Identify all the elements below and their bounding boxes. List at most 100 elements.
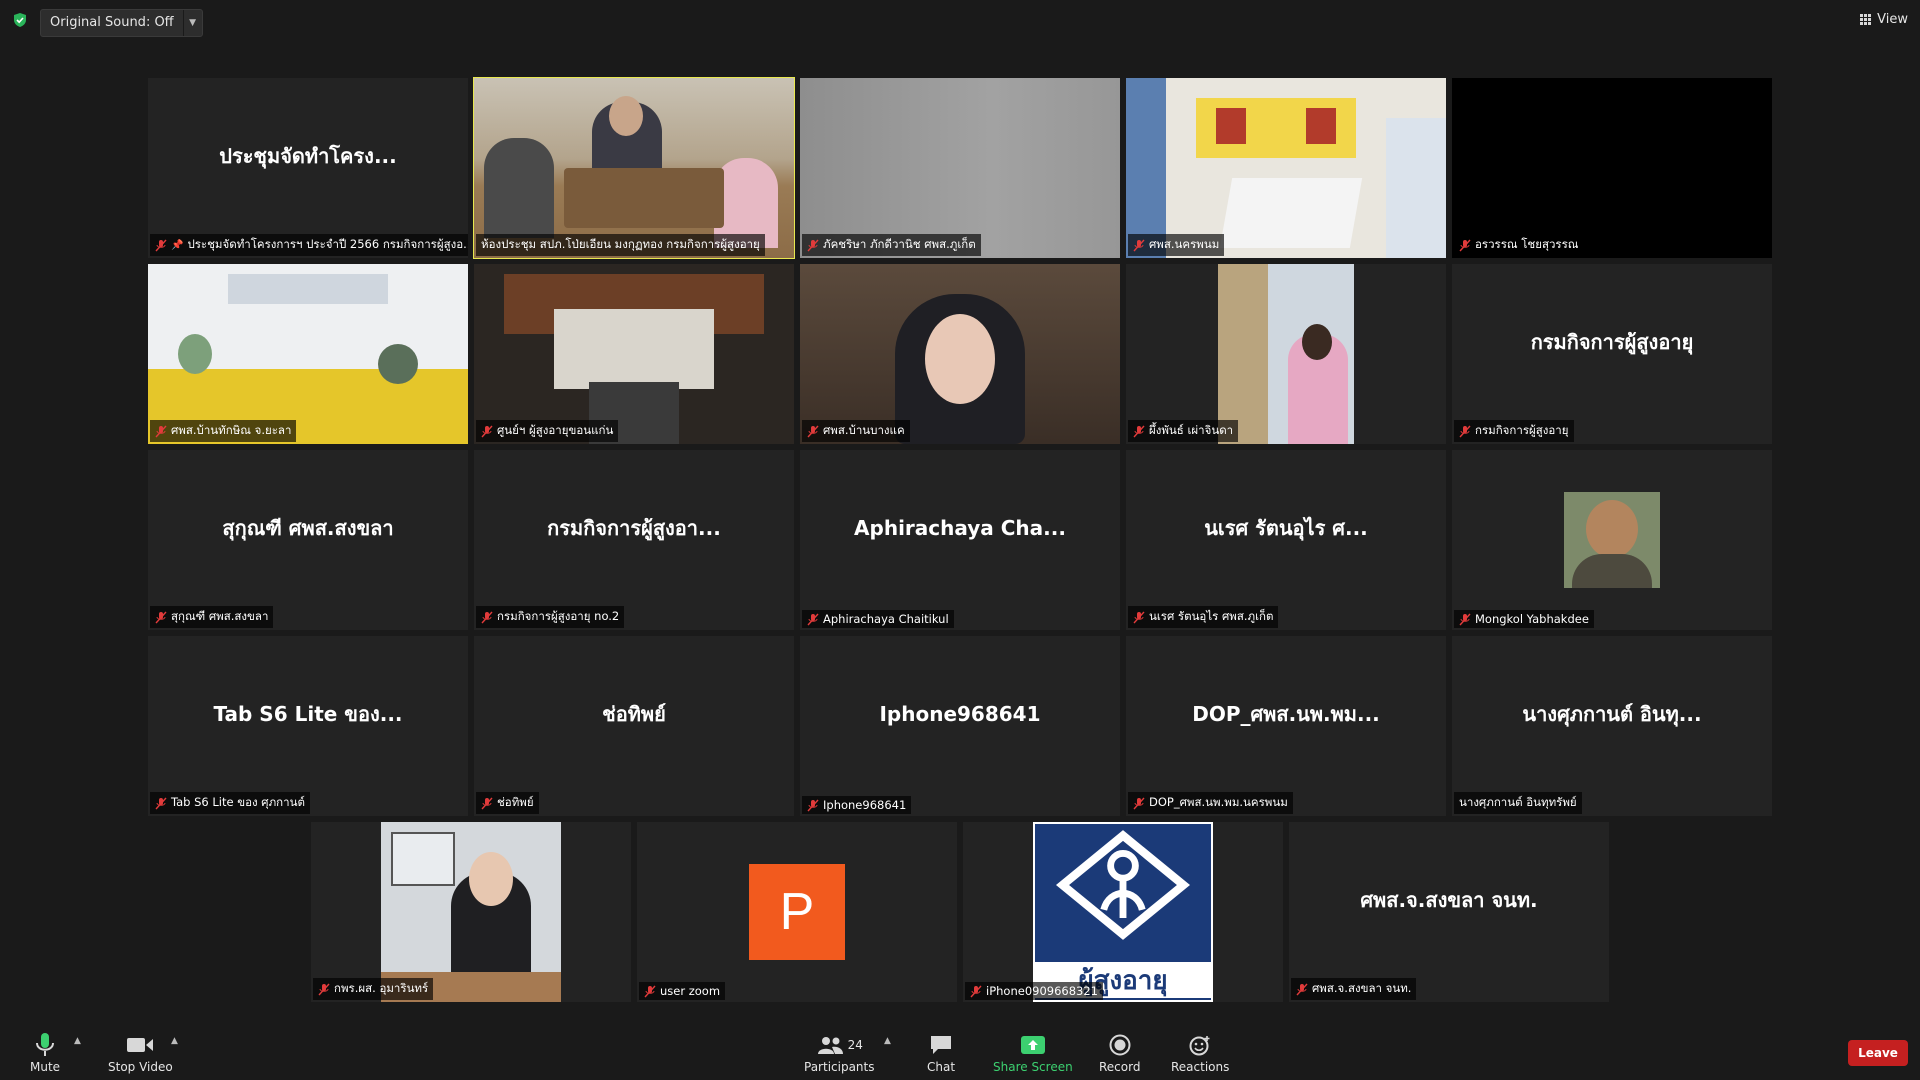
video-tile[interactable]: Mongkol Yabhakdee (1452, 450, 1772, 630)
participant-name: กพร.ผส. อุมารินทร์ (334, 981, 429, 995)
video-tile[interactable]: ช่อทิพย์ ช่อทิพย์ (474, 636, 794, 816)
participant-nameplate: ผึ้งพันธ์ เผ่าจินดา (1128, 420, 1239, 442)
participant-video (1218, 264, 1354, 444)
participant-display-name: Aphirachaya Cha... (854, 516, 1066, 540)
participant-nameplate: ช่อทิพย์ (476, 792, 539, 814)
participant-nameplate: ศพส.บ้านทักษิณ จ.ยะลา (150, 420, 297, 442)
participant-name: ประชุมจัดทำโครงการฯ ประจำปี 2566 กรมกิจก… (187, 237, 468, 251)
participant-name: Tab S6 Lite ของ ศุภกานต์ (171, 795, 305, 809)
mic-muted-icon (970, 985, 982, 997)
participants-options-caret-icon[interactable]: ▲ (884, 1036, 891, 1046)
mute-button[interactable]: Mute (30, 1030, 60, 1074)
participant-nameplate: สุกุณฑี ศพส.สงขลา (150, 606, 274, 628)
video-tile[interactable]: Iphone968641 Iphone968641 (800, 636, 1120, 816)
participant-nameplate: กรมกิจการผู้สูงอายุ no.2 (476, 606, 625, 628)
mic-muted-icon (481, 425, 493, 437)
participant-name: สุกุณฑี ศพส.สงขลา (171, 609, 269, 623)
participant-nameplate: กพร.ผส. อุมารินทร์ (313, 978, 434, 1000)
video-options-caret-icon[interactable]: ▲ (171, 1036, 178, 1046)
participant-video (474, 78, 794, 258)
participant-name: ภัคชริษา ภักดีวานิช ศพส.ภูเก็ต (823, 237, 976, 251)
video-tile[interactable]: ผึ้งพันธ์ เผ่าจินดา (1126, 264, 1446, 444)
meeting-toolbar: Mute ▲ Stop Video ▲ 24 Participants ▲ Ch… (0, 1010, 1920, 1080)
video-tile[interactable]: กรมกิจการผู้สูงอายุ กรมกิจการผู้สูงอายุ (1452, 264, 1772, 444)
chevron-down-icon[interactable]: ▼ (182, 10, 202, 36)
video-tile[interactable]: สุกุณฑี ศพส.สงขลา สุกุณฑี ศพส.สงขลา (148, 450, 468, 630)
participant-nameplate: 📌 ประชุมจัดทำโครงการฯ ประจำปี 2566 กรมกิ… (150, 234, 468, 256)
mic-muted-icon (807, 425, 819, 437)
reactions-label: Reactions (1171, 1060, 1230, 1074)
video-camera-icon (127, 1038, 154, 1052)
video-tile[interactable]: กรมกิจการผู้สูงอา... กรมกิจการผู้สูงอายุ… (474, 450, 794, 630)
audio-options-caret-icon[interactable]: ▲ (74, 1036, 81, 1046)
video-tile[interactable]: ประชุมจัดทำโครง... 📌 ประชุมจัดทำโครงการฯ… (148, 78, 468, 258)
video-tile[interactable]: ศพส.บ้านบางแค (800, 264, 1120, 444)
original-sound-label: Original Sound: Off (50, 15, 174, 30)
participant-video (800, 78, 1120, 258)
participant-name: ศพส.จ.สงขลา จนท. (1312, 981, 1412, 995)
participant-name: Mongkol Yabhakdee (1475, 612, 1589, 626)
video-tile[interactable]: ภัคชริษา ภักดีวานิช ศพส.ภูเก็ต (800, 78, 1120, 258)
mic-muted-icon (1459, 425, 1471, 437)
participant-name: Iphone968641 (823, 798, 907, 812)
participant-nameplate: ศูนย์ฯ ผู้สูงอายุขอนแก่น (476, 420, 619, 442)
participant-name: ศพส.บ้านบางแค (823, 423, 905, 437)
original-sound-button[interactable]: Original Sound: Off ▼ (40, 9, 203, 37)
participant-name: กรมกิจการผู้สูงอายุ no.2 (497, 609, 620, 623)
video-tile[interactable]: Aphirachaya Cha... Aphirachaya Chaitikul (800, 450, 1120, 630)
participant-display-name: DOP_ศพส.นพ.พม... (1192, 702, 1380, 726)
participants-icon (817, 1037, 843, 1054)
pin-icon: 📌 (171, 239, 184, 251)
mic-muted-icon (481, 611, 493, 623)
avatar-letter: P (779, 883, 815, 941)
record-icon (1109, 1034, 1131, 1056)
elderly-emblem-icon (1055, 830, 1191, 940)
participant-nameplate: Iphone968641 (802, 796, 912, 814)
mic-muted-icon (318, 983, 330, 995)
share-screen-label: Share Screen (993, 1060, 1073, 1074)
share-screen-button[interactable]: Share Screen (993, 1030, 1073, 1074)
participant-display-name: ประชุมจัดทำโครง... (219, 144, 397, 168)
reactions-button[interactable]: Reactions (1171, 1030, 1229, 1074)
mic-muted-icon (1296, 983, 1308, 995)
mic-muted-icon (1133, 425, 1145, 437)
participant-nameplate: ห้องประชุม สปภ.โป่ยเอียน มงกุฏทอง กรมกิจ… (476, 234, 765, 256)
record-button[interactable]: Record (1099, 1030, 1140, 1074)
chat-label: Chat (927, 1060, 956, 1074)
leave-button[interactable]: Leave (1848, 1040, 1908, 1066)
participant-video (148, 264, 468, 444)
participant-nameplate: อรวรรณ โชยสุวรรณ (1454, 234, 1584, 256)
record-label: Record (1099, 1060, 1141, 1074)
security-shield-icon[interactable] (12, 12, 28, 28)
video-tile[interactable]: ศพส.นครพนม (1126, 78, 1446, 258)
chat-bubble-icon (931, 1036, 952, 1054)
video-tile[interactable]: ผู้สูงอายุ iPhone0909668321 (963, 822, 1283, 1002)
mic-muted-icon (481, 797, 493, 809)
video-tile[interactable]: นางศุภกานต์ อินทุ... นางศุภกานต์ อินทุทร… (1452, 636, 1772, 816)
video-tile[interactable]: ศูนย์ฯ ผู้สูงอายุขอนแก่น (474, 264, 794, 444)
video-tile[interactable]: DOP_ศพส.นพ.พม... DOP_ศพส.นพ.พม.นครพนม (1126, 636, 1446, 816)
view-button[interactable]: View (1860, 12, 1908, 27)
mic-muted-icon (1133, 797, 1145, 809)
participant-nameplate: ศพส.นครพนม (1128, 234, 1225, 256)
participant-nameplate: DOP_ศพส.นพ.พม.นครพนม (1128, 792, 1293, 814)
video-tile-active-speaker[interactable]: ห้องประชุม สปภ.โป่ยเอียน มงกุฏทอง กรมกิจ… (473, 77, 795, 259)
video-tile[interactable]: กพร.ผส. อุมารินทร์ (311, 822, 631, 1002)
video-tile[interactable]: Tab S6 Lite ของ... Tab S6 Lite ของ ศุภกา… (148, 636, 468, 816)
video-tile[interactable]: นเรศ รัตนอุไร ศ... นเรศ รัตนอุไร ศพส.ภูเ… (1126, 450, 1446, 630)
stop-video-label: Stop Video (108, 1060, 173, 1074)
chat-button[interactable]: Chat (927, 1030, 955, 1074)
video-tile[interactable]: ศพส.บ้านทักษิณ จ.ยะลา (148, 264, 468, 444)
video-tile[interactable]: อรวรรณ โชยสุวรรณ (1452, 78, 1772, 258)
participant-nameplate: Tab S6 Lite ของ ศุภกานต์ (150, 792, 310, 814)
stop-video-button[interactable]: Stop Video (108, 1030, 173, 1074)
participants-button[interactable]: 24 Participants (804, 1030, 875, 1074)
profile-photo (1564, 492, 1660, 588)
video-tile[interactable]: ศพส.จ.สงขลา จนท. ศพส.จ.สงขลา จนท. (1289, 822, 1609, 1002)
video-tile[interactable]: P user zoom (637, 822, 957, 1002)
participant-name: ห้องประชุม สปภ.โป่ยเอียน มงกุฏทอง กรมกิจ… (481, 237, 760, 251)
participant-name: ศพส.บ้านทักษิณ จ.ยะลา (171, 423, 292, 437)
mic-muted-icon (155, 239, 167, 251)
participant-name: ศพส.นครพนม (1149, 237, 1220, 251)
mic-muted-icon (155, 425, 167, 437)
